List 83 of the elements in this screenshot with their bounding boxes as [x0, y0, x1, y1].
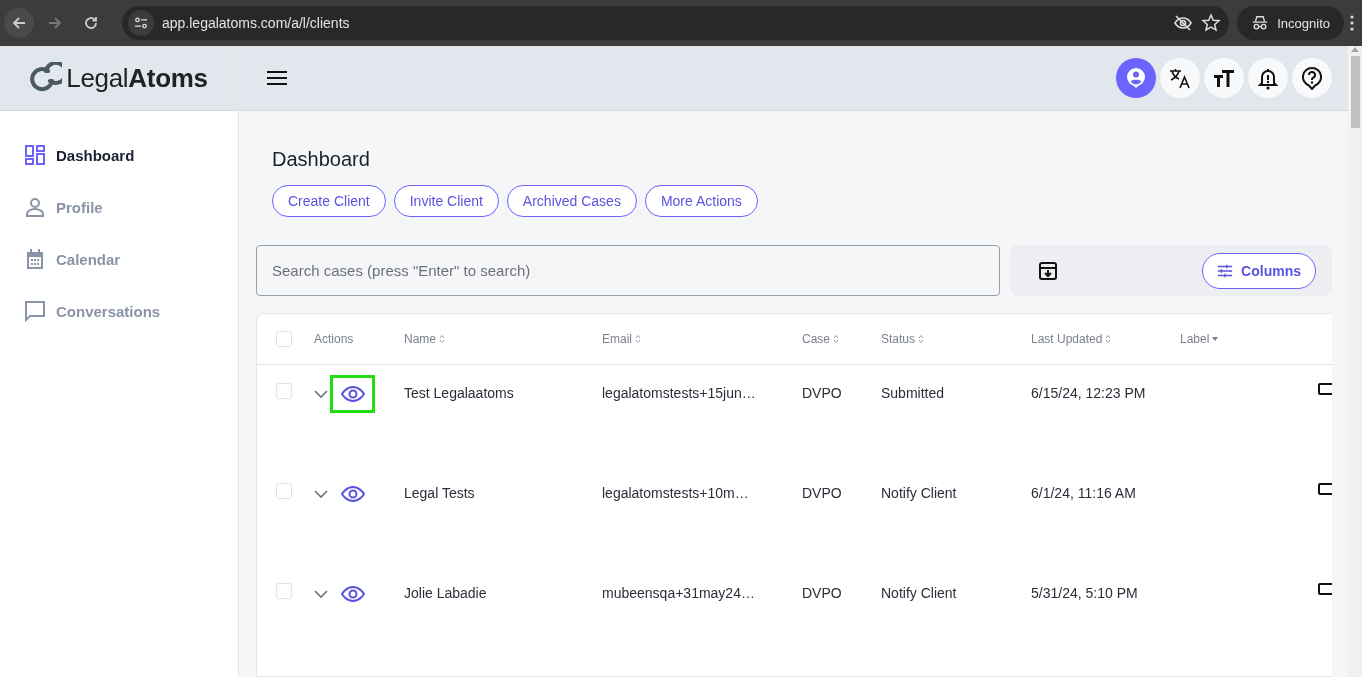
reload-icon [83, 15, 99, 31]
help-icon [1300, 66, 1324, 90]
logo-text: LegalAtoms [66, 62, 208, 94]
page-title: Dashboard [272, 148, 371, 171]
profile-button[interactable] [1116, 58, 1156, 98]
search-field[interactable]: Search cases (press "Enter" to search) [256, 245, 1000, 296]
client-email: mubeensqa+31may24… [602, 584, 756, 603]
sort-down-icon [1212, 337, 1219, 341]
chevron-down-icon[interactable] [314, 589, 328, 599]
star-icon[interactable] [1201, 13, 1222, 33]
case-status: Notify Client [881, 484, 958, 503]
column-header[interactable]: Name [404, 332, 602, 346]
sort-icon [833, 334, 839, 344]
incognito-icon [1251, 14, 1270, 32]
client-name: Jolie Labadie [404, 584, 488, 603]
menu-icon[interactable] [267, 70, 287, 86]
row-checkbox[interactable] [276, 583, 292, 599]
column-header[interactable]: Last Updated [1031, 332, 1180, 346]
row-checkbox[interactable] [276, 383, 292, 399]
sidebar-item[interactable]: Profile [0, 181, 238, 233]
client-name: Legal Tests [404, 484, 476, 503]
case-type: DVPO [802, 384, 843, 403]
sidebar-item[interactable]: Conversations [0, 285, 238, 337]
sort-icon [918, 334, 925, 344]
sliders-icon [1217, 262, 1234, 279]
last-updated-date: 6/1/24, 11:16 AM [1031, 484, 1137, 503]
column-header[interactable]: Status [881, 332, 1031, 346]
sidebar-item[interactable]: Dashboard [0, 129, 238, 181]
column-header: Actions [314, 332, 355, 346]
case-type: DVPO [802, 484, 843, 503]
eye-icon [340, 486, 365, 502]
archive-icon[interactable] [1038, 260, 1058, 281]
client-email: legalatomstests+15jun… [602, 384, 757, 403]
url-text: app.legalatoms.com/a/l/clients [162, 15, 350, 31]
calendar-icon [24, 248, 46, 270]
columns-button[interactable]: Columns [1202, 252, 1316, 289]
bell-icon [1256, 66, 1280, 90]
forward-arrow-icon [47, 15, 63, 31]
action-button[interactable]: More Actions [644, 185, 758, 217]
action-button[interactable]: Invite Client [393, 185, 499, 217]
logo-icon [30, 62, 63, 94]
last-updated-date: 5/31/24, 5:10 PM [1031, 584, 1139, 603]
column-header[interactable]: Email [602, 332, 802, 346]
scrollbar[interactable] [1348, 46, 1362, 677]
more-options-icon[interactable] [1350, 15, 1354, 31]
translate-icon [1168, 66, 1192, 90]
select-all-checkbox[interactable] [276, 331, 292, 347]
case-status: Notify Client [881, 584, 958, 603]
translate-button[interactable] [1160, 58, 1200, 98]
eye-icon [340, 386, 365, 402]
eye-icon [340, 586, 365, 602]
action-button[interactable]: Create Client [272, 185, 386, 217]
profile-icon [1124, 66, 1148, 90]
column-header[interactable]: Case [802, 332, 881, 346]
chevron-down-icon[interactable] [314, 489, 328, 499]
back-arrow-icon [11, 15, 27, 31]
chevron-down-icon[interactable] [314, 389, 328, 399]
sort-icon [635, 334, 641, 344]
eye-slash-icon[interactable] [1173, 13, 1194, 33]
incognito-label: Incognito [1277, 15, 1330, 31]
site-settings-icon [134, 16, 148, 30]
client-name: Test Legalaatoms [404, 384, 515, 403]
bell-button[interactable] [1248, 58, 1288, 98]
sort-icon [1105, 334, 1112, 344]
row-checkbox[interactable] [276, 483, 292, 499]
back-button[interactable] [4, 8, 34, 38]
address-bar[interactable]: app.legalatoms.com/a/l/clients [122, 6, 1230, 40]
help-button[interactable] [1292, 58, 1332, 98]
case-type: DVPO [802, 584, 843, 603]
person-icon [24, 196, 46, 218]
sort-icon [439, 334, 445, 344]
dashboard-icon [24, 144, 46, 166]
incognito-indicator[interactable]: Incognito [1237, 6, 1344, 40]
case-status: Submitted [881, 384, 946, 403]
client-email: legalatomstests+10m… [602, 484, 750, 503]
last-updated-date: 6/15/24, 12:23 PM [1031, 384, 1147, 403]
text-size-button[interactable] [1204, 58, 1244, 98]
sidebar-item[interactable]: Calendar [0, 233, 238, 285]
scrollbar-thumb[interactable] [1350, 56, 1360, 128]
chat-bubble-icon [24, 300, 46, 322]
action-button[interactable]: Archived Cases [506, 185, 637, 217]
column-header[interactable]: Label [1180, 332, 1332, 346]
view-button[interactable] [330, 375, 375, 413]
